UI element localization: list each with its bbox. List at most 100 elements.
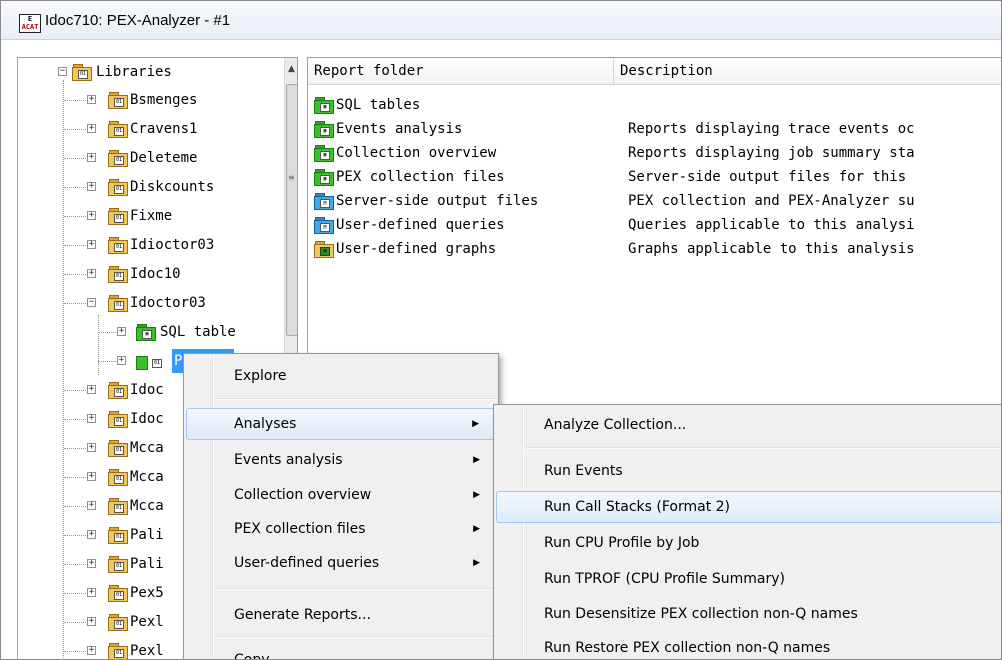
expand-icon[interactable]: +: [87, 240, 96, 249]
sql-folder-icon: ▦: [314, 97, 334, 114]
report-folder-name: Server-side output files: [336, 193, 539, 209]
folder-icon: 01: [108, 179, 128, 196]
menu-item-label: Run Call Stacks (Format 2): [544, 499, 730, 515]
menu-item-run-tprof[interactable]: Run TPROF (CPU Profile Summary): [496, 563, 1001, 595]
folder-icon: 01: [108, 614, 128, 631]
submenu-arrow-icon: ▶: [473, 490, 480, 500]
expand-icon[interactable]: +: [87, 530, 96, 539]
menu-item-run-events[interactable]: Run Events: [496, 455, 1001, 487]
menu-item-label: Run Events: [544, 463, 623, 479]
menu-item-label: Copy: [234, 652, 270, 660]
menu-item-copy[interactable]: Copy: [186, 644, 496, 660]
report-folder-desc: Queries applicable to this analysi: [628, 217, 915, 233]
list-item[interactable]: ▤ Server-side output files PEX collectio…: [308, 190, 1001, 212]
list-item[interactable]: ▤ User-defined queries Queries applicabl…: [308, 214, 1001, 236]
scroll-thumb[interactable]: [286, 84, 297, 336]
expand-icon[interactable]: +: [87, 182, 96, 191]
expand-icon[interactable]: +: [117, 327, 126, 336]
menu-item-run-desensitize[interactable]: Run Desensitize PEX collection non-Q nam…: [496, 598, 1001, 630]
menu-item-analyses[interactable]: Analyses ▶: [186, 408, 496, 440]
expand-icon[interactable]: +: [87, 559, 96, 568]
expand-icon[interactable]: +: [87, 414, 96, 423]
menu-separator: [216, 588, 496, 590]
title-bar[interactable]: E ACAT Idoc710: PEX-Analyzer - #1: [1, 1, 1001, 40]
expand-icon[interactable]: +: [87, 443, 96, 452]
folder-icon: 01: [108, 121, 128, 138]
expand-icon[interactable]: +: [87, 269, 96, 278]
submenu-arrow-icon: ▶: [473, 455, 480, 465]
tree-item-label: Idoc: [130, 411, 164, 427]
expand-icon[interactable]: +: [87, 211, 96, 220]
expand-icon[interactable]: +: [117, 356, 126, 365]
column-header-report-folder[interactable]: Report folder: [308, 58, 614, 84]
menu-item-user-defined-queries[interactable]: User-defined queries ▶: [186, 547, 496, 579]
expand-icon[interactable]: +: [87, 95, 96, 104]
menu-item-label: Analyses: [234, 416, 297, 432]
tree-item-label: Mcca: [130, 469, 164, 485]
folder-icon: 01: [108, 208, 128, 225]
app-icon-top: E: [27, 15, 33, 23]
report-folder-desc: Server-side output files for this: [628, 169, 907, 185]
folder-icon: 01: [108, 237, 128, 254]
list-item[interactable]: ▦ Events analysis Reports displaying tra…: [308, 118, 1001, 140]
output-folder-icon: ▤: [314, 193, 334, 210]
menu-item-label: Run Desensitize PEX collection non-Q nam…: [544, 606, 858, 622]
collapse-icon[interactable]: −: [58, 67, 67, 76]
expand-icon[interactable]: +: [87, 646, 96, 655]
menu-item-label: Run TPROF (CPU Profile Summary): [544, 571, 786, 587]
expand-icon[interactable]: +: [87, 588, 96, 597]
main-window: E ACAT Idoc710: PEX-Analyzer - #1 − 01 L…: [0, 0, 1002, 660]
tree-item-label: Diskcounts: [130, 179, 215, 195]
menu-item-pex-collection-files[interactable]: PEX collection files ▶: [186, 513, 496, 545]
report-folder-name: SQL tables: [336, 97, 421, 113]
list-item[interactable]: ▦ PEX collection files Server-side outpu…: [308, 166, 1001, 188]
menu-item-generate-reports[interactable]: Generate Reports...: [186, 599, 496, 631]
collection-icon: [136, 353, 148, 370]
folder-icon: 01: [108, 92, 128, 109]
folder-icon: 01: [108, 411, 128, 428]
expand-icon[interactable]: +: [87, 617, 96, 626]
tree-item-label: Pexl: [130, 614, 164, 630]
menu-item-label: Collection overview: [234, 487, 372, 503]
menu-item-explore[interactable]: Explore: [186, 360, 496, 392]
folder-icon: 01: [108, 469, 128, 486]
tree-item-label: Cravens1: [130, 121, 198, 137]
menu-item-run-call-stacks[interactable]: Run Call Stacks (Format 2): [496, 491, 1001, 523]
tree-item-label: Pali: [130, 527, 164, 543]
menu-item-collection-overview[interactable]: Collection overview ▶: [186, 479, 496, 511]
report-folder-desc: Graphs applicable to this analysis: [628, 241, 915, 257]
collapse-icon[interactable]: −: [87, 298, 96, 307]
menu-item-events-analysis[interactable]: Events analysis ▶: [186, 444, 496, 476]
menu-item-run-cpu-profile-by-job[interactable]: Run CPU Profile by Job: [496, 527, 1001, 559]
menu-item-run-restore[interactable]: Run Restore PEX collection non-Q names: [496, 632, 1001, 659]
expand-icon[interactable]: +: [87, 153, 96, 162]
report-folder-icon: ▦: [314, 169, 334, 186]
tree-item-label: Idoc10: [130, 266, 181, 282]
list-item[interactable]: ▥ User-defined graphs Graphs applicable …: [308, 238, 1001, 260]
tree-item-label: Libraries: [96, 64, 172, 80]
folder-icon: 01: [72, 64, 92, 81]
folder-icon: 01: [108, 150, 128, 167]
grip-icon: ≡: [288, 173, 295, 182]
scroll-up-icon[interactable]: ▲: [288, 64, 295, 74]
tree-item-label: Deleteme: [130, 150, 198, 166]
column-header-description[interactable]: Description: [614, 58, 1001, 84]
menu-item-analyze-collection[interactable]: Analyze Collection...: [496, 409, 1001, 441]
expand-icon[interactable]: +: [87, 501, 96, 510]
expand-icon[interactable]: +: [87, 472, 96, 481]
report-folder-icon: ▦: [314, 145, 334, 162]
list-item[interactable]: ▦ Collection overview Reports displaying…: [308, 142, 1001, 164]
list-header: Report folder Description: [308, 58, 1001, 85]
report-folder-name: User-defined queries: [336, 217, 505, 233]
menu-item-label: Analyze Collection...: [544, 417, 687, 433]
list-item[interactable]: ▦ SQL tables: [308, 94, 1001, 116]
menu-item-label: Run Restore PEX collection non-Q names: [544, 640, 831, 656]
expand-icon[interactable]: +: [87, 124, 96, 133]
menu-item-label: Run CPU Profile by Job: [544, 535, 700, 551]
expand-icon[interactable]: +: [87, 385, 96, 394]
tree-item-label: Pex5: [130, 585, 164, 601]
menu-separator: [216, 398, 496, 400]
report-folder-name: PEX collection files: [336, 169, 505, 185]
menu-item-label: User-defined queries: [234, 555, 380, 571]
submenu-arrow-icon: ▶: [472, 419, 479, 429]
